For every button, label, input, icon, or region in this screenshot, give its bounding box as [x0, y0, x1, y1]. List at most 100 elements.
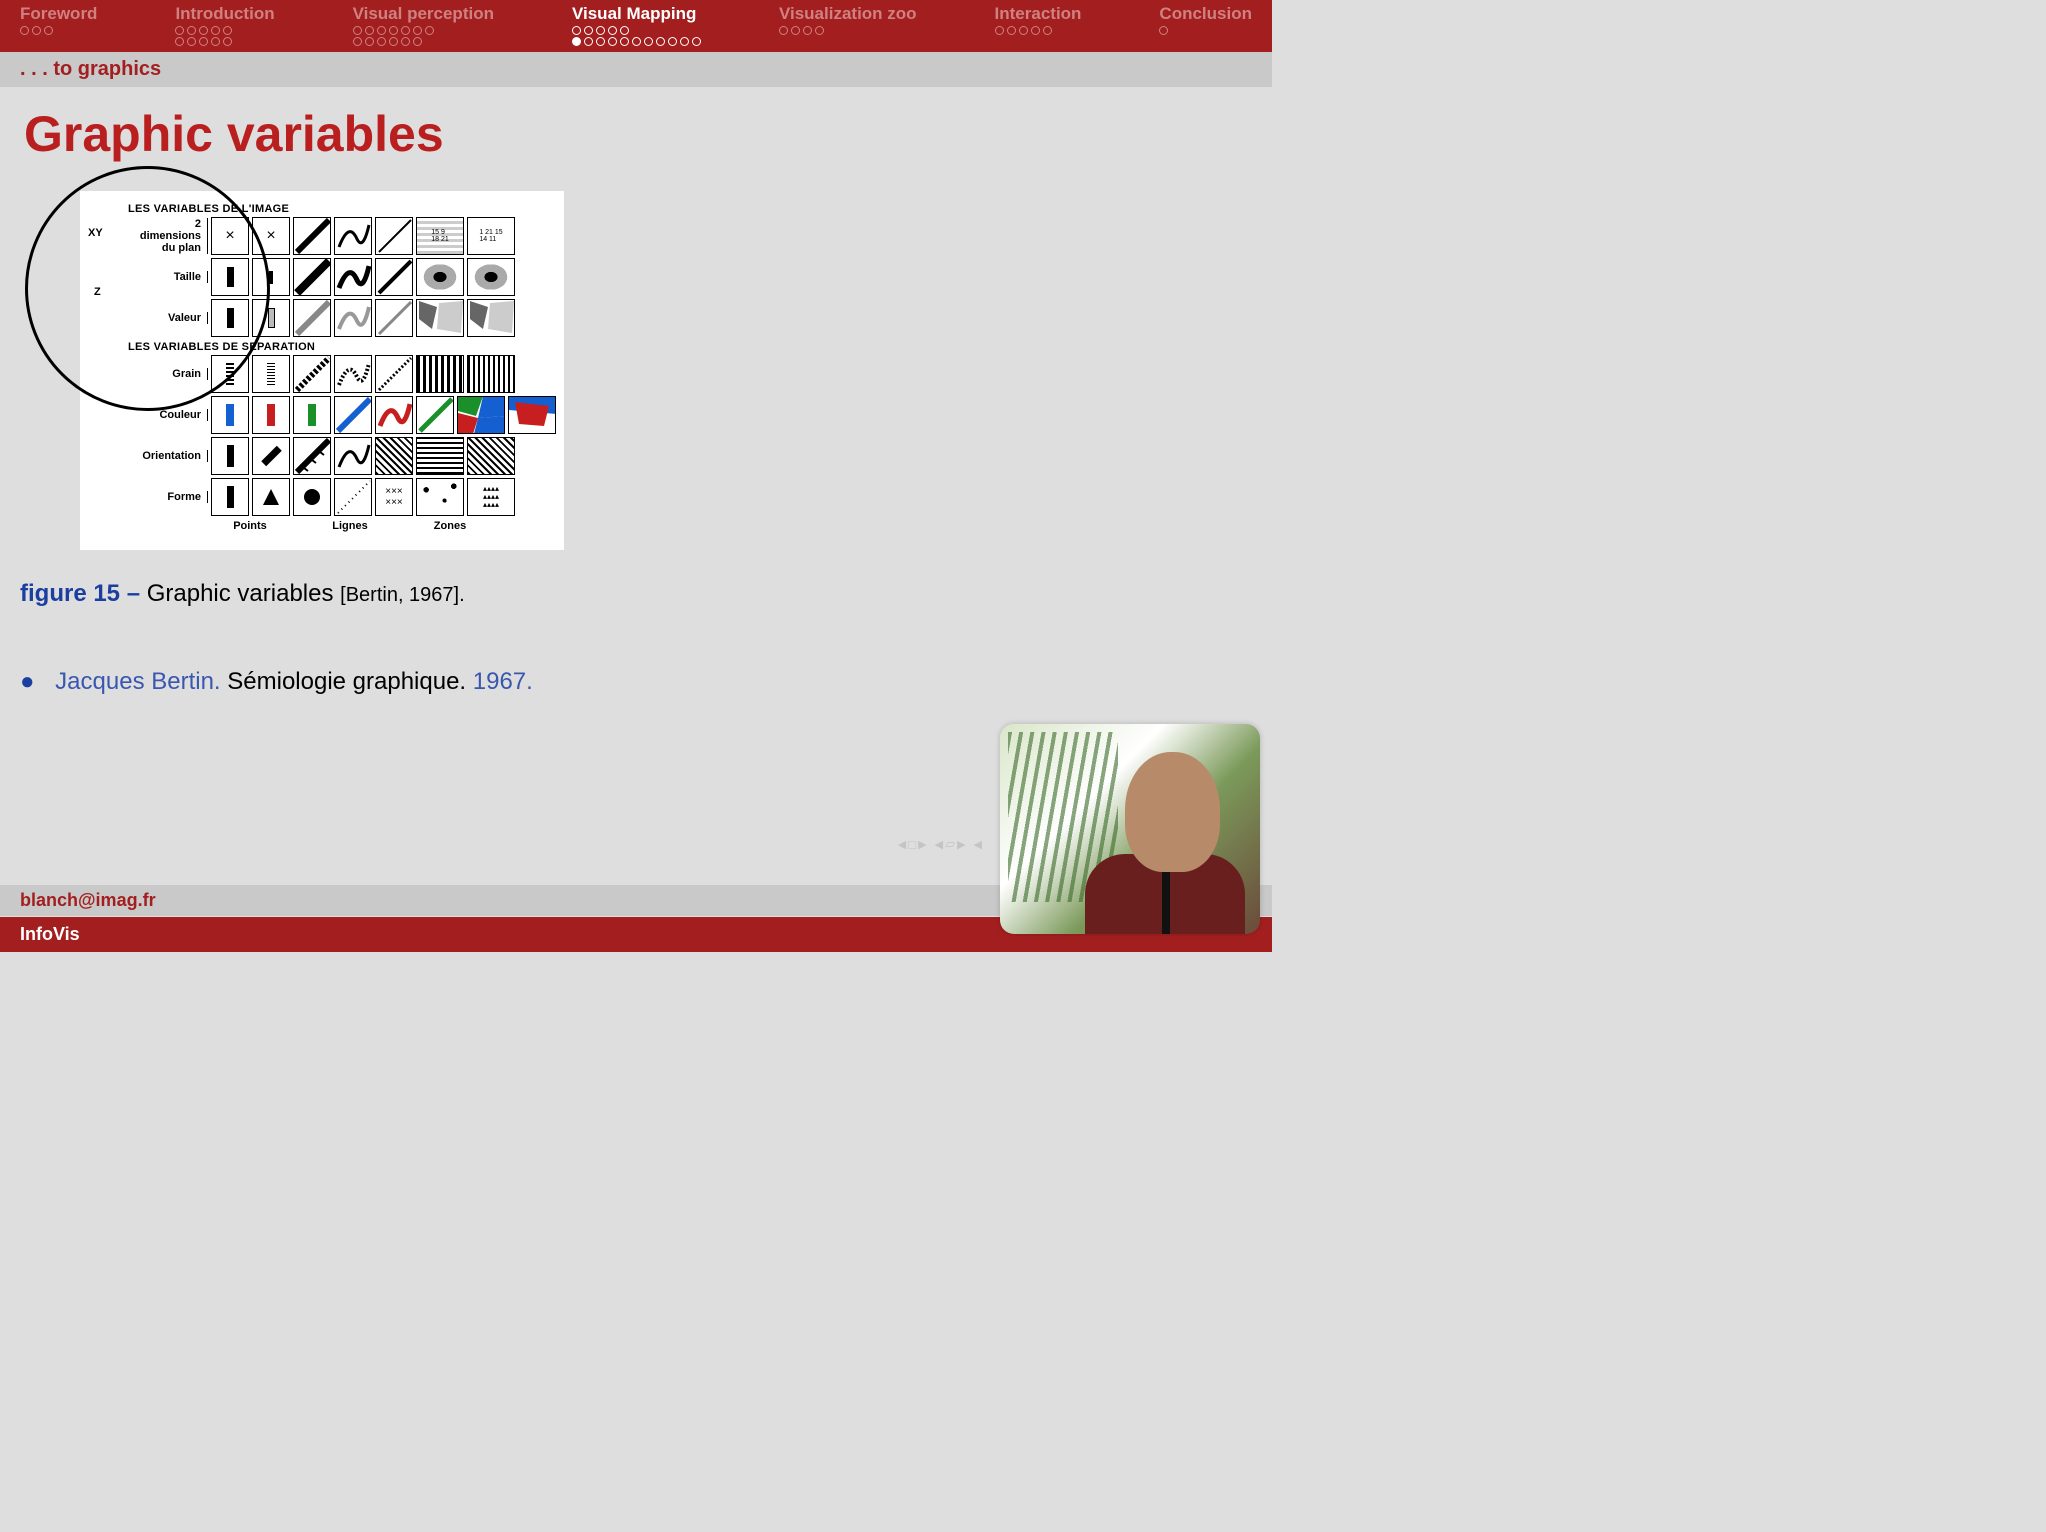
cell: × [211, 217, 249, 255]
cell [211, 396, 249, 434]
nav-prev-section-icon[interactable]: ◀ ▱ ▶ [935, 836, 966, 852]
presenter-webcam [1000, 724, 1260, 934]
cell: 1 21 1514 11 [467, 217, 515, 255]
bullet-icon: ● [20, 668, 35, 695]
progress-dot [1007, 26, 1016, 35]
row-label-taille: Taille [88, 271, 208, 283]
progress-dot [1159, 26, 1168, 35]
nav-item-visual-perception[interactable]: Visual perception [353, 4, 494, 46]
cell [416, 437, 464, 475]
cell [334, 396, 372, 434]
progress-dot [223, 37, 232, 46]
cell [211, 437, 249, 475]
cell [293, 299, 331, 337]
cell [252, 258, 290, 296]
nav-label: Interaction [995, 4, 1082, 24]
page-title: Graphic variables [0, 87, 1272, 171]
nav-item-conclusion[interactable]: Conclusion [1159, 4, 1252, 46]
progress-dot [44, 26, 53, 35]
figure-area: LES VARIABLES DE L'IMAGE XY 2 dimensions… [80, 191, 520, 550]
z-axis-label: Z [94, 286, 101, 298]
cell [416, 258, 464, 296]
progress-dot [608, 26, 617, 35]
progress-dot [791, 26, 800, 35]
progress-dot [377, 37, 386, 46]
cell [467, 299, 515, 337]
progress-dot [668, 37, 677, 46]
progress-dot [656, 37, 665, 46]
cell [252, 355, 290, 393]
cell [334, 437, 372, 475]
cell [334, 478, 372, 516]
progress-dot [779, 26, 788, 35]
progress-dot [596, 26, 605, 35]
slide-nav-icons[interactable]: ◀ □ ▶ ◀ ▱ ▶ ◀ [898, 836, 982, 852]
cell [293, 355, 331, 393]
cell [334, 258, 372, 296]
nav-item-visual-mapping[interactable]: Visual Mapping [572, 4, 701, 46]
nav-label: Conclusion [1159, 4, 1252, 24]
reference-year: 1967. [473, 668, 533, 695]
cell: 15 918 21 [416, 217, 464, 255]
nav-label: Introduction [175, 4, 274, 24]
nav-label: Visual Mapping [572, 4, 701, 24]
cell [457, 396, 505, 434]
nav-item-visualization-zoo[interactable]: Visualization zoo [779, 4, 917, 46]
progress-dot [692, 37, 701, 46]
cell [211, 355, 249, 393]
progress-dot [199, 26, 208, 35]
webcam-person-head [1125, 752, 1220, 872]
figure-citation: [Bertin, 1967]. [340, 584, 465, 606]
progress-dot [1019, 26, 1028, 35]
row-label-couleur: Couleur [88, 409, 208, 421]
webcam-zipper [1162, 864, 1170, 934]
reference-line: ● Jacques Bertin. Sémiologie graphique. … [20, 668, 1272, 696]
reference-title: Sémiologie graphique. [227, 668, 466, 695]
cell [293, 217, 331, 255]
progress-dot [644, 37, 653, 46]
progress-dot [389, 26, 398, 35]
cell [375, 437, 413, 475]
progress-dot [620, 37, 629, 46]
figure-caption-text: Graphic variables [147, 580, 334, 607]
cell [252, 437, 290, 475]
nav-prev-subsection-icon[interactable]: ◀ [974, 838, 982, 851]
cell [252, 396, 290, 434]
progress-dot [211, 37, 220, 46]
progress-dot [401, 26, 410, 35]
cell: ▴▴▴▴▴▴▴▴▴▴▴▴ [467, 478, 515, 516]
progress-dot [175, 37, 184, 46]
progress-dot [187, 26, 196, 35]
nav-prev-slide-icon[interactable]: ◀ □ ▶ [898, 837, 927, 852]
cell [467, 258, 515, 296]
row-label-grain: Grain [88, 368, 208, 380]
cell [467, 355, 515, 393]
nav-item-introduction[interactable]: Introduction [175, 4, 274, 46]
progress-dot [1031, 26, 1040, 35]
col-zones: Zones [415, 520, 485, 532]
progress-dot [389, 37, 398, 46]
row-label-forme: Forme [88, 491, 208, 503]
cell [252, 478, 290, 516]
progress-dot [620, 26, 629, 35]
col-points: Points [215, 520, 285, 532]
progress-dot [353, 37, 362, 46]
diagram-section1-label: LES VARIABLES DE L'IMAGE [128, 203, 556, 215]
progress-dot [175, 26, 184, 35]
nav-item-interaction[interactable]: Interaction [995, 4, 1082, 46]
bertin-diagram: LES VARIABLES DE L'IMAGE XY 2 dimensions… [80, 191, 564, 550]
progress-dot [413, 26, 422, 35]
nav-label: Visualization zoo [779, 4, 917, 24]
cell [467, 437, 515, 475]
progress-dot [584, 37, 593, 46]
cell [334, 355, 372, 393]
progress-dot [365, 26, 374, 35]
nav-item-foreword[interactable]: Foreword [20, 4, 97, 46]
cell [211, 478, 249, 516]
nav-label: Foreword [20, 4, 97, 24]
row-label-xy: 2 dimensions du plan [88, 218, 208, 254]
reference-author: Jacques Bertin. [55, 668, 220, 695]
cell [375, 299, 413, 337]
cell [211, 299, 249, 337]
progress-dot [187, 37, 196, 46]
